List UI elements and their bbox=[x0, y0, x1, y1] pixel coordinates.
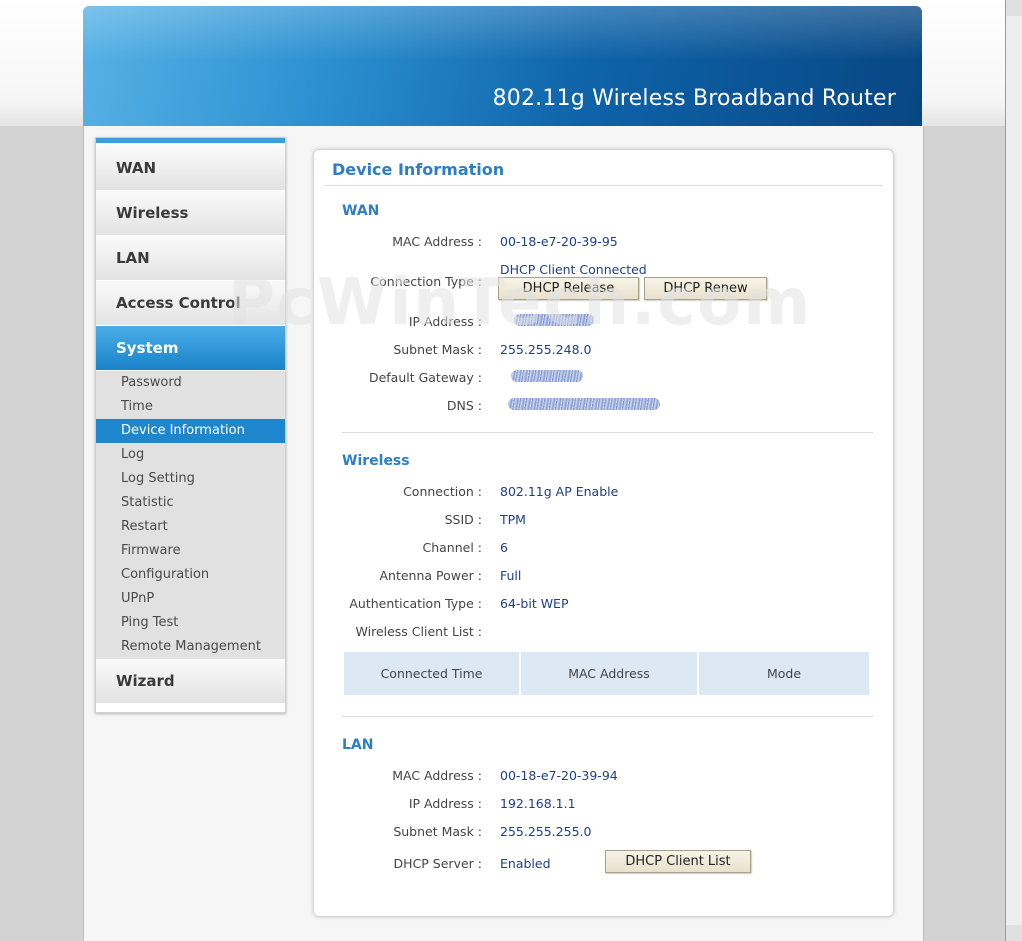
dhcp-renew-button[interactable]: DHCP Renew bbox=[644, 277, 767, 300]
wireless-client-list-label: Wireless Client List : bbox=[355, 624, 482, 639]
sidebar-item-wizard[interactable]: Wizard bbox=[96, 659, 285, 704]
wireless-ssid-label: SSID : bbox=[444, 512, 482, 527]
wan-mac-value: 00-18-e7-20-39-95 bbox=[500, 234, 618, 249]
lan-subnet-label: Subnet Mask : bbox=[393, 824, 482, 839]
sidebar-top-accent bbox=[96, 138, 285, 143]
lan-subnet-value: 255.255.255.0 bbox=[500, 824, 592, 839]
submenu-item-log[interactable]: Log bbox=[96, 443, 285, 467]
submenu-item-device-information[interactable]: Device Information bbox=[96, 419, 285, 443]
lan-mac-label: MAC Address : bbox=[392, 768, 482, 783]
wireless-auth-type-label: Authentication Type : bbox=[349, 596, 482, 611]
sidebar-item-system[interactable]: System bbox=[96, 326, 285, 371]
title-divider bbox=[324, 185, 883, 186]
submenu-item-firmware[interactable]: Firmware bbox=[96, 539, 285, 563]
submenu-item-remote-management[interactable]: Remote Management bbox=[96, 635, 285, 659]
wireless-ssid-value: TPM bbox=[500, 512, 526, 527]
table-header-connected-time: Connected Time bbox=[344, 652, 519, 695]
dhcp-client-list-button[interactable]: DHCP Client List bbox=[605, 850, 751, 873]
wireless-antenna-power-label: Antenna Power : bbox=[379, 568, 482, 583]
lan-ip-value: 192.168.1.1 bbox=[500, 796, 576, 811]
scroll-up-arrow[interactable] bbox=[1006, 0, 1022, 16]
wan-subnet-value: 255.255.248.0 bbox=[500, 342, 592, 357]
wireless-connection-label: Connection : bbox=[403, 484, 482, 499]
wireless-client-table: Connected Time MAC Address Mode bbox=[344, 652, 871, 695]
system-submenu: Password Time Device Information Log Log… bbox=[96, 371, 285, 661]
sidebar-item-access-control[interactable]: Access Control bbox=[96, 281, 285, 326]
header-title: 802.11g Wireless Broadband Router bbox=[492, 86, 896, 111]
dhcp-release-button[interactable]: DHCP Release bbox=[498, 277, 639, 300]
wireless-antenna-power-value: Full bbox=[500, 568, 522, 583]
wireless-auth-type-value: 64-bit WEP bbox=[500, 596, 569, 611]
lan-section-title: LAN bbox=[342, 737, 374, 753]
lan-mac-value: 00-18-e7-20-39-94 bbox=[500, 768, 618, 783]
wan-gateway-label: Default Gateway : bbox=[368, 370, 482, 385]
wireless-channel-value: 6 bbox=[500, 540, 508, 555]
submenu-item-time[interactable]: Time bbox=[96, 395, 285, 419]
lan-dhcp-server-value: Enabled bbox=[500, 856, 551, 871]
wan-divider bbox=[342, 432, 873, 433]
wireless-connection-value: 802.11g AP Enable bbox=[500, 484, 619, 499]
scroll-down-arrow[interactable] bbox=[1006, 925, 1022, 941]
wan-mac-label: MAC Address : bbox=[392, 234, 482, 249]
wireless-section-title: Wireless bbox=[342, 453, 410, 469]
wan-subnet-label: Subnet Mask : bbox=[393, 342, 482, 357]
wan-connection-type-label: Connection Type : bbox=[370, 274, 482, 289]
wan-gateway-redacted bbox=[511, 370, 583, 382]
wan-section-title: WAN bbox=[342, 203, 380, 219]
lan-dhcp-server-label: DHCP Server : bbox=[393, 856, 482, 871]
table-header-mac-address: MAC Address bbox=[521, 652, 697, 695]
sidebar-item-wireless[interactable]: Wireless bbox=[96, 191, 285, 236]
wireless-channel-label: Channel : bbox=[422, 540, 482, 555]
header-gloss bbox=[83, 6, 922, 61]
submenu-item-ping-test[interactable]: Ping Test bbox=[96, 611, 285, 635]
submenu-item-log-setting[interactable]: Log Setting bbox=[96, 467, 285, 491]
table-header-mode: Mode bbox=[699, 652, 869, 695]
submenu-item-statistic[interactable]: Statistic bbox=[96, 491, 285, 515]
wan-dns-redacted bbox=[508, 398, 660, 410]
vertical-scrollbar[interactable] bbox=[1005, 0, 1022, 941]
wan-ip-label: IP Address : bbox=[408, 314, 482, 329]
header-banner: 802.11g Wireless Broadband Router bbox=[83, 6, 922, 126]
wan-ip-redacted bbox=[514, 314, 594, 326]
wan-connection-type-value: DHCP Client Connected bbox=[500, 262, 647, 277]
lan-ip-label: IP Address : bbox=[408, 796, 482, 811]
sidebar-item-lan[interactable]: LAN bbox=[96, 236, 285, 281]
device-information-panel: Device Information WAN MAC Address : 00-… bbox=[313, 149, 894, 917]
wan-dns-label: DNS : bbox=[446, 398, 482, 413]
wireless-divider bbox=[342, 716, 873, 717]
submenu-item-password[interactable]: Password bbox=[96, 371, 285, 395]
submenu-item-restart[interactable]: Restart bbox=[96, 515, 285, 539]
submenu-item-upnp[interactable]: UPnP bbox=[96, 587, 285, 611]
sidebar-item-wan[interactable]: WAN bbox=[96, 146, 285, 191]
submenu-item-configuration[interactable]: Configuration bbox=[96, 563, 285, 587]
page-title: Device Information bbox=[332, 160, 505, 179]
sidebar-menu: WAN Wireless LAN Access Control System P… bbox=[95, 137, 286, 713]
